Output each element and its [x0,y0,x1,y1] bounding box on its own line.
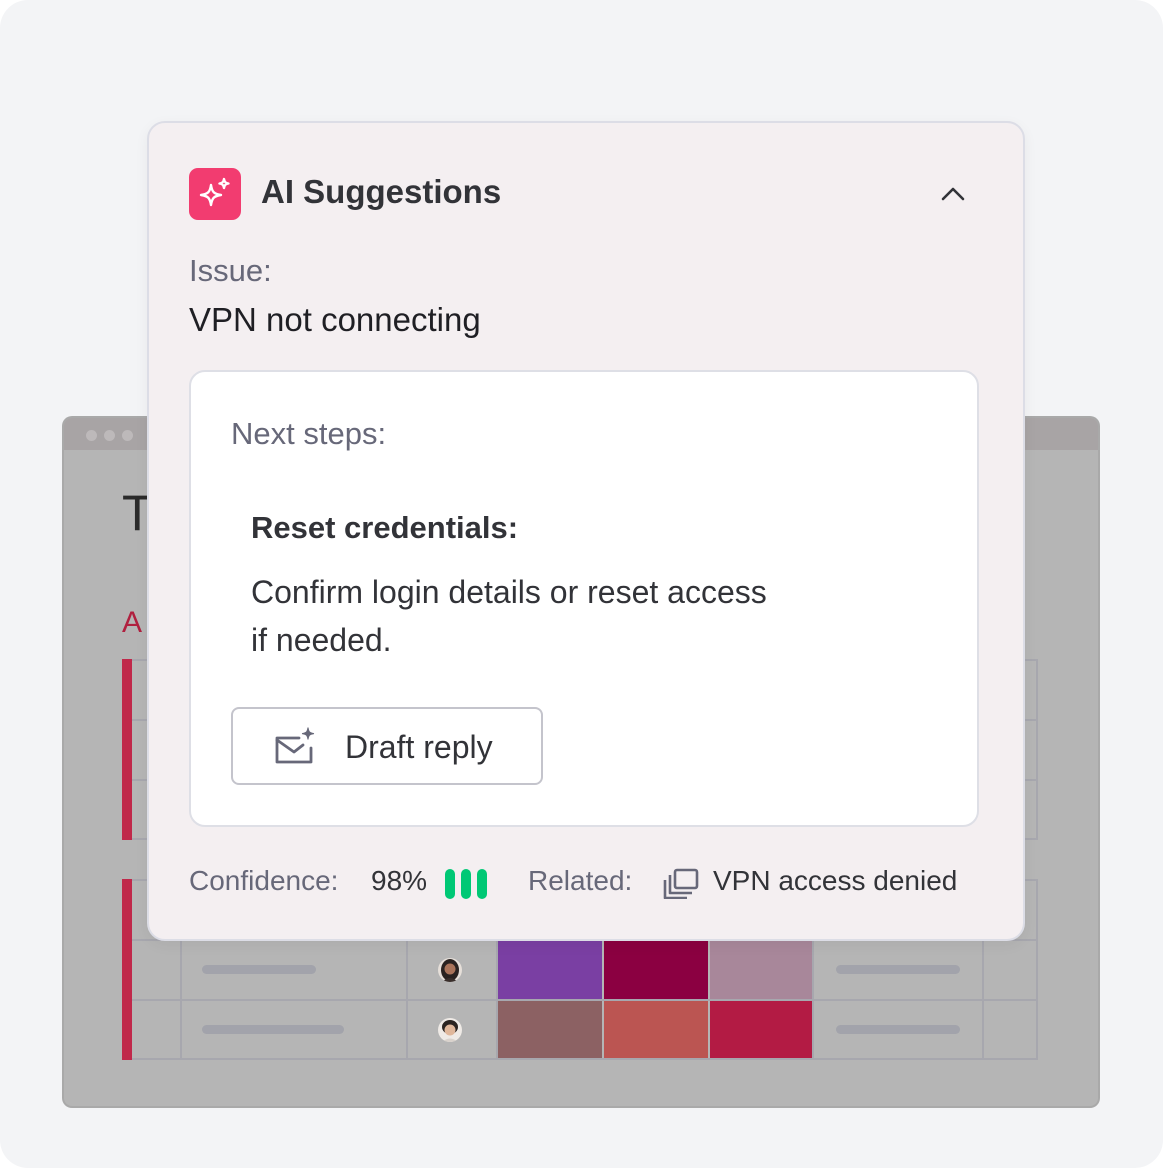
issue-value: VPN not connecting [189,301,481,338]
placeholder-text-bar [836,965,960,974]
status-cell [498,941,602,999]
grid-line [132,1058,1038,1060]
status-cell [604,941,708,999]
draft-reply-label: Draft reply [345,729,493,765]
confidence-bar [461,869,471,899]
grid-line [1036,659,1038,840]
placeholder-text-bar [202,1025,344,1034]
placeholder-text-bar [836,1025,960,1034]
stacked-tickets-icon [663,868,699,899]
step-title: Reset credentials: [251,510,519,545]
grid-line [1036,879,1038,1060]
step-description: Confirm login details or reset access if… [251,574,767,658]
placeholder-text-bar [202,965,316,974]
confidence-value: 98% [371,865,428,896]
confidence-bar [445,869,455,899]
window-dot [104,430,115,441]
avatar [438,958,462,982]
issue-label: Issue: [189,253,272,288]
status-cell [604,1001,708,1058]
next-steps-panel: Next steps: Reset credentials: Confirm l… [189,370,979,827]
illustration-frame: T A AI Suggestions Issue: VPN not connec… [0,0,1163,1168]
window-dot [122,430,133,441]
draft-reply-button[interactable]: Draft reply [231,707,543,785]
next-steps-label: Next steps: [231,416,387,451]
status-cell [710,941,812,999]
window-dot [86,430,97,441]
status-cell [498,1001,602,1058]
avatar [438,1018,462,1042]
card-title: AI Suggestions [261,173,502,210]
related-label: Related: [528,865,633,896]
related-ticket-link[interactable]: VPN access denied [713,865,957,897]
card-footer: Confidence: 98% Related: VPN access deni… [189,865,989,905]
collapse-button[interactable] [935,179,971,209]
sparkles-icon [189,168,241,220]
group-color-bar [122,659,132,840]
ai-suggestions-card: AI Suggestions Issue: VPN not connecting… [147,121,1025,941]
confidence-label: Confidence: [189,865,339,896]
mail-sparkle-icon [275,727,315,764]
group-color-bar [122,879,132,1060]
group-title-fragment: A [122,606,143,639]
status-cell [710,1001,812,1058]
confidence-bar [477,869,487,899]
chevron-up-icon [941,187,965,201]
